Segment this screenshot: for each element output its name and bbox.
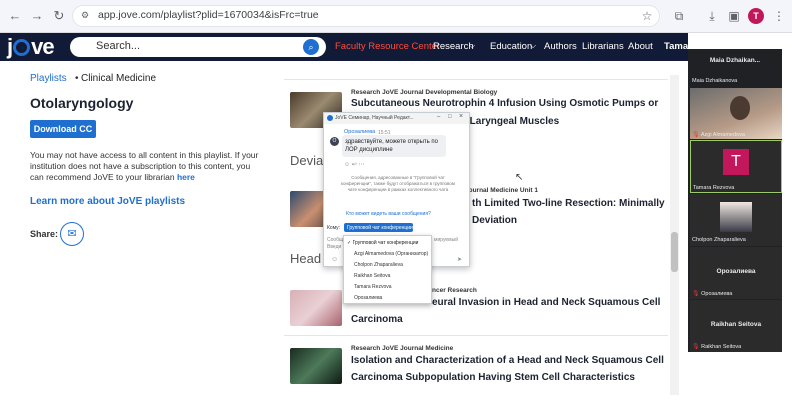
item-title[interactable]: th Limited Two-line Resection: Minimally — [472, 197, 665, 211]
reaction-icons[interactable]: ☺ ↩ ⋯ — [344, 161, 365, 168]
recipient-dropdown: ✓ Групповой чат конференции Azgi Almamed… — [343, 235, 432, 304]
item-title[interactable]: eural Invasion in Head and Neck Squamous… — [432, 296, 660, 310]
search-icon[interactable]: ⌕ — [303, 39, 319, 55]
emoji-icon[interactable]: ☺ — [331, 256, 338, 263]
search-placeholder: Search... — [96, 40, 141, 52]
participant-tile[interactable]: 🎙 Azgi Almamedova — [690, 88, 782, 139]
compose-partial: Сообщ — [327, 237, 344, 243]
section-heading: Head — [290, 251, 322, 266]
mic-muted-icon: 🎙 — [692, 132, 700, 138]
chat-window-title: JoVE Семинар, Научный Редакт... — [335, 115, 414, 121]
nav-education[interactable]: Education — [490, 41, 532, 52]
chevron-down-icon[interactable]: ⌵ — [469, 41, 475, 51]
who-can-see-link[interactable]: Кто может видеть ваши сообщения? — [346, 211, 431, 217]
extensions-icon[interactable]: ⧉ — [670, 7, 688, 25]
mouse-cursor-icon: ↖ — [515, 172, 524, 183]
nav-research[interactable]: Research — [433, 41, 474, 52]
dropdown-option[interactable]: Azgi Almamedova (Организатор) — [354, 251, 428, 257]
send-icon[interactable]: ➤ — [457, 256, 462, 263]
mail-share-icon[interactable]: ✉ — [60, 222, 84, 246]
participant-tile[interactable]: Cholpon Zhaparalieva — [690, 194, 782, 246]
compose-partial: Введи — [327, 244, 342, 250]
dropdown-option[interactable]: Tamara Rezvova — [354, 284, 392, 290]
nav-authors[interactable]: Authors — [544, 41, 577, 52]
item-tags: Research JoVE Journal Medicine — [351, 345, 454, 352]
site-info-icon[interactable]: ⚙ — [81, 10, 89, 21]
breadcrumb-playlists[interactable]: Playlists — [30, 73, 67, 84]
participant-tile[interactable]: Raikhan Seitova 🎙 Raikhan Seitova — [690, 300, 782, 352]
forward-icon[interactable]: → — [28, 7, 46, 25]
item-tags: ncer Research — [432, 287, 477, 294]
breadcrumb-separator: • — [75, 73, 79, 84]
profile-avatar[interactable]: T — [748, 8, 764, 24]
participant-avatar: T — [723, 149, 749, 175]
dropdown-option[interactable]: Орозалиева — [354, 295, 382, 301]
divider — [284, 335, 668, 336]
page-title: Otolaryngology — [30, 95, 134, 111]
sidepanel-icon[interactable]: ▣ — [725, 7, 743, 25]
download-cc-button[interactable]: Download CC — [30, 120, 96, 138]
recipient-value: Групповой чат конференции — [347, 225, 413, 231]
bookmark-star-icon[interactable]: ☆ — [638, 7, 656, 25]
participant-top-name: Maia Dzhaikan... — [709, 57, 761, 64]
share-label: Share: — [30, 229, 59, 239]
chat-message: здравствуйте, можете открыть по ЛОР дисц… — [345, 139, 439, 153]
participant-tile[interactable]: Орозалиева 🎙 Орозалиева — [690, 247, 782, 299]
chat-info: Сообщения, адресованные в "Групповой чат… — [341, 175, 455, 192]
section-heading: Devia — [290, 153, 324, 168]
dropdown-option[interactable]: Raikhan Seitova — [354, 273, 390, 279]
item-title[interactable]: Subcutaneous Neurotrophin 4 Infusion Usi… — [351, 97, 658, 111]
close-icon[interactable]: × — [459, 113, 463, 120]
item-title-line2[interactable]: Carcinoma — [351, 313, 403, 327]
item-title-line2[interactable]: Carcinoma Subpopulation Having Stem Cell… — [351, 371, 635, 385]
reload-icon[interactable]: ↻ — [50, 7, 68, 25]
video-thumbnail[interactable] — [290, 290, 342, 326]
video-thumbnail[interactable] — [290, 348, 342, 384]
menu-dots-icon[interactable]: ⋮ — [770, 7, 788, 25]
dropdown-option[interactable]: ✓ Групповой чат конференции — [347, 240, 418, 246]
dropdown-option[interactable]: Cholpon Zhaparalieva — [354, 262, 403, 268]
access-notice: You may not have access to all content i… — [30, 150, 259, 182]
participant-video — [730, 96, 750, 120]
jove-logo[interactable]: j ve — [7, 34, 55, 60]
sender-avatar: О — [330, 137, 339, 146]
item-title[interactable]: Isolation and Characterization of a Head… — [351, 354, 664, 368]
scrollbar-thumb[interactable] — [671, 232, 678, 272]
participant-video — [720, 202, 752, 232]
nav-about[interactable]: About — [628, 41, 653, 52]
maximize-icon[interactable]: □ — [448, 114, 452, 120]
divider — [284, 79, 668, 80]
url-text[interactable]: app.jove.com/playlist?plid=1670034&isFrc… — [98, 9, 319, 21]
back-icon[interactable]: ← — [6, 7, 24, 25]
participant-tile[interactable]: Maia Dzhaikanova — [690, 73, 782, 87]
zoom-icon — [327, 115, 333, 121]
mic-muted-icon: 🎙 — [692, 344, 700, 350]
here-link[interactable]: here — [177, 172, 195, 182]
item-title-line2[interactable]: Deviation — [472, 214, 517, 228]
nav-librarians[interactable]: Librarians — [582, 41, 624, 52]
learn-more-link[interactable]: Learn more about JoVE playlists — [30, 196, 185, 207]
participant-tile[interactable]: T Tamara Rezvova — [690, 140, 782, 193]
nav-faculty-resource-center[interactable]: Faculty Resource Center — [335, 41, 440, 52]
chevron-down-icon[interactable]: ⌵ — [530, 41, 536, 51]
item-tags: Journal Medicine Unit 1 — [465, 187, 538, 194]
compose-hint: мируемый — [434, 237, 459, 243]
breadcrumb-current: Clinical Medicine — [81, 73, 157, 84]
download-icon[interactable]: ⤓ — [703, 7, 721, 25]
item-tags: Research JoVE Journal Developmental Biol… — [351, 89, 498, 96]
to-label: Кому: — [327, 225, 341, 231]
mic-muted-icon: 🎙 — [692, 291, 700, 297]
minimize-icon[interactable]: – — [437, 114, 440, 120]
